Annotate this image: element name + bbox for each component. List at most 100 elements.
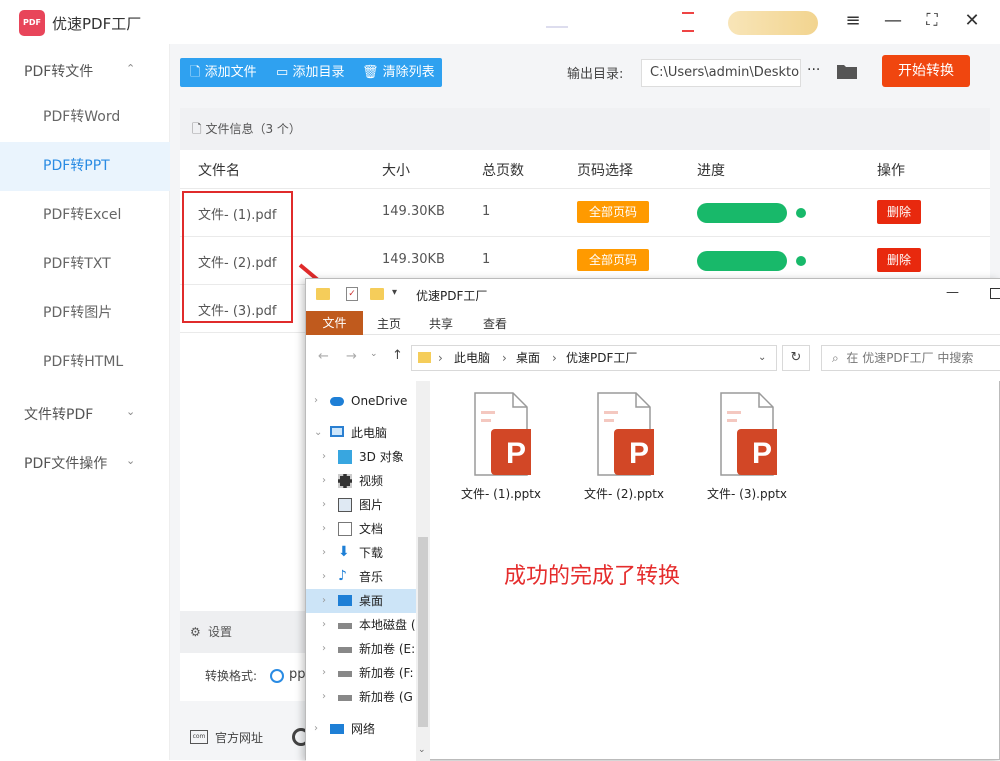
chevron-down-icon[interactable]: ⌄ xyxy=(126,454,135,467)
tree-item-onedrive[interactable]: › OneDrive xyxy=(306,389,416,413)
sidebar-group-pdf-to-file[interactable]: PDF转文件 xyxy=(24,61,93,81)
refresh-button[interactable]: ↻ xyxy=(782,345,810,371)
chevron-right-icon[interactable]: › xyxy=(322,517,326,541)
menu-icon[interactable]: ≡ xyxy=(842,10,864,31)
chevron-down-icon[interactable]: ⌄ xyxy=(126,405,135,418)
check-icon xyxy=(796,208,806,218)
chevron-down-icon[interactable]: ⌄ xyxy=(314,421,322,445)
chevron-right-icon[interactable]: › xyxy=(314,389,318,413)
minimize-icon[interactable]: — xyxy=(946,285,959,300)
clear-list-button[interactable]: 🗑 清除列表 xyxy=(362,58,435,87)
chevron-right-icon[interactable]: › xyxy=(322,613,326,637)
tree-scrollbar[interactable]: ⌄ xyxy=(416,381,430,761)
tree-label: 音乐 xyxy=(359,570,384,584)
tree-item-volume-f[interactable]: › 新加卷 (F: xyxy=(306,661,416,685)
breadcrumb-desktop[interactable]: 桌面 xyxy=(516,346,540,370)
format-radio[interactable] xyxy=(270,669,284,683)
sidebar-item-pdf-to-html[interactable]: PDF转HTML xyxy=(0,338,170,387)
add-dir-button[interactable]: ▭ 添加目录 xyxy=(276,58,344,87)
recent-dropdown-icon[interactable]: ⌄ xyxy=(370,349,378,359)
tab-share[interactable]: 共享 xyxy=(429,315,453,332)
col-header-pages: 总页数 xyxy=(482,163,524,179)
address-dropdown-icon[interactable]: ⌄ xyxy=(758,346,766,370)
tree-item-desktop[interactable]: › 桌面 xyxy=(306,589,416,613)
vip-banner[interactable] xyxy=(728,11,818,35)
minimize-icon[interactable]: — xyxy=(882,10,904,31)
tree-item-pictures[interactable]: › 图片 xyxy=(306,493,416,517)
chevron-right-icon[interactable]: › xyxy=(314,717,318,741)
maximize-icon[interactable]: ⛶ xyxy=(921,10,943,30)
tree-item-3d[interactable]: › 3D 对象 xyxy=(306,445,416,469)
drive-icon xyxy=(338,695,352,701)
tree-item-video[interactable]: › 视频 xyxy=(306,469,416,493)
delete-button[interactable]: 删除 xyxy=(877,200,921,224)
sidebar-group-file-to-pdf[interactable]: 文件转PDF xyxy=(24,404,93,424)
tree-item-documents[interactable]: › 文档 xyxy=(306,517,416,541)
scrollbar-thumb[interactable] xyxy=(418,537,428,727)
up-arrow-icon[interactable]: ↑ xyxy=(392,348,403,363)
tree-item-music[interactable]: › ♪ 音乐 xyxy=(306,565,416,589)
quick-access-dropdown[interactable]: ▾ xyxy=(392,287,397,298)
breadcrumb-folder[interactable]: 优速PDF工厂 xyxy=(566,346,637,370)
tree-label: 桌面 xyxy=(359,594,384,608)
page-select-badge[interactable]: 全部页码 xyxy=(577,201,649,223)
add-file-button[interactable]: 🗋 添加文件 xyxy=(190,58,257,87)
tab-view[interactable]: 查看 xyxy=(483,315,507,332)
chevron-right-icon[interactable]: › xyxy=(322,565,326,589)
chevron-right-icon[interactable]: › xyxy=(322,493,326,517)
pptx-file-icon: P xyxy=(474,392,531,476)
tree-label: 新加卷 (G xyxy=(359,690,413,704)
breadcrumb-pc[interactable]: 此电脑 xyxy=(454,346,490,370)
open-folder-icon[interactable] xyxy=(836,62,858,80)
file-item[interactable]: P 文件- (1).pptx xyxy=(451,391,551,501)
col-header-size: 大小 xyxy=(382,163,410,179)
sidebar-group-pdf-ops[interactable]: PDF文件操作 xyxy=(24,453,107,473)
tree-label: 此电脑 xyxy=(351,426,388,440)
chevron-right-icon: › xyxy=(502,351,507,365)
tree-item-volume-e[interactable]: › 新加卷 (E: xyxy=(306,637,416,661)
sidebar-item-pdf-to-ppt[interactable]: PDF转PPT xyxy=(0,142,170,191)
tree-item-downloads[interactable]: › ⬇ 下载 xyxy=(306,541,416,565)
tree-item-pc[interactable]: ⌄ 此电脑 xyxy=(306,421,416,445)
file-info-icon: 🗋 xyxy=(192,122,202,136)
chevron-up-icon[interactable]: ⌃ xyxy=(126,62,135,75)
page-select-badge[interactable]: 全部页码 xyxy=(577,249,649,271)
forward-arrow-icon[interactable]: → xyxy=(346,349,357,364)
tree-item-local-disk[interactable]: › 本地磁盘 ( xyxy=(306,613,416,637)
delete-button[interactable]: 删除 xyxy=(877,248,921,272)
chevron-right-icon[interactable]: › xyxy=(322,445,326,469)
chevron-right-icon[interactable]: › xyxy=(322,541,326,565)
output-more-button[interactable]: ··· xyxy=(807,62,820,78)
tab-home[interactable]: 主页 xyxy=(377,315,401,332)
toolbar-button-group: 🗋 添加文件 ▭ 添加目录 🗑 清除列表 xyxy=(180,58,442,87)
maximize-icon[interactable] xyxy=(990,288,1000,299)
close-icon[interactable]: ✕ xyxy=(961,10,983,31)
tab-file[interactable]: 文件 xyxy=(306,311,363,335)
chevron-right-icon[interactable]: › xyxy=(322,685,326,709)
drive-icon xyxy=(338,623,352,629)
chevron-right-icon: › xyxy=(438,351,443,365)
navigation-tree: › OneDrive ⌄ 此电脑 › 3D 对象 › 视频 › 图片 › 文档 xyxy=(306,381,430,761)
properties-icon[interactable]: ✓ xyxy=(346,287,358,301)
start-convert-button[interactable]: 开始转换 xyxy=(882,55,970,87)
sidebar-item-pdf-to-txt[interactable]: PDF转TXT xyxy=(0,240,170,289)
address-bar[interactable]: › 此电脑 › 桌面 › 优速PDF工厂 ⌄ xyxy=(411,345,777,371)
chevron-right-icon[interactable]: › xyxy=(322,589,326,613)
output-dir-input[interactable]: C:\Users\admin\Deskto xyxy=(641,59,801,87)
file-item[interactable]: P 文件- (3).pptx xyxy=(697,391,797,501)
chevron-right-icon[interactable]: › xyxy=(322,661,326,685)
tree-item-network[interactable]: › 网络 xyxy=(306,717,416,741)
chevron-right-icon[interactable]: › xyxy=(322,637,326,661)
file-item[interactable]: P 文件- (2).pptx xyxy=(574,391,674,501)
search-input[interactable]: ⌕ 在 优速PDF工厂 中搜索 xyxy=(821,345,1000,371)
tree-item-volume-g[interactable]: › 新加卷 (G xyxy=(306,685,416,709)
scroll-down-icon[interactable]: ⌄ xyxy=(418,745,426,755)
new-folder-icon[interactable] xyxy=(370,288,384,300)
website-link[interactable]: 官方网址 xyxy=(215,729,263,746)
chevron-right-icon[interactable]: › xyxy=(322,469,326,493)
sidebar-item-pdf-to-word[interactable]: PDF转Word xyxy=(0,93,170,142)
network-icon xyxy=(330,724,344,734)
back-arrow-icon[interactable]: ← xyxy=(318,349,329,364)
sidebar-item-pdf-to-image[interactable]: PDF转图片 xyxy=(0,289,170,338)
sidebar-item-pdf-to-excel[interactable]: PDF转Excel xyxy=(0,191,170,240)
